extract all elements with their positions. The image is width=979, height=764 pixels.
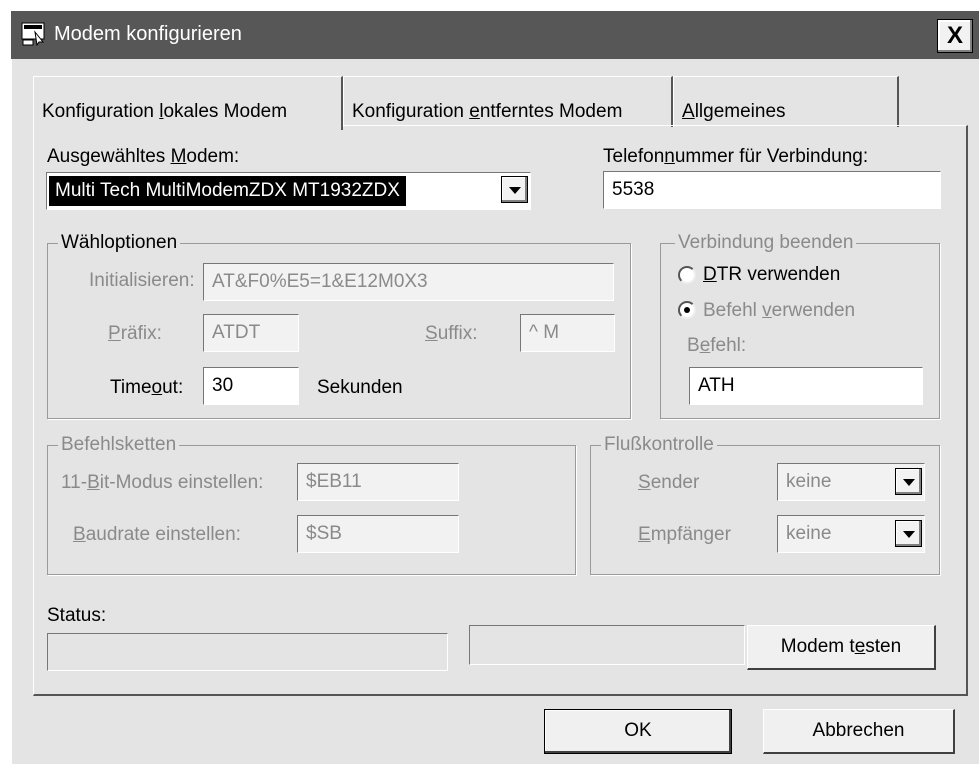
dial-options-title: Wähloptionen (58, 232, 181, 254)
tab-label: Konfiguration lokales Modem (42, 101, 288, 122)
suffix-label: Suffix: (425, 323, 478, 344)
timeout-label: Timeout: (110, 377, 184, 398)
tab-remote-modem[interactable]: Konfiguration entferntes Modem (343, 76, 673, 127)
command-label: Befehl: (687, 335, 747, 356)
tab-general[interactable]: Allgemeines (673, 76, 899, 127)
close-button[interactable]: X (937, 19, 973, 53)
window-title: Modem konfigurieren (54, 23, 242, 45)
chevron-down-icon (509, 187, 521, 194)
tab-label: Konfiguration entferntes Modem (352, 101, 623, 122)
flow-control-title: Flußkontrolle (601, 434, 717, 456)
modem-config-icon (21, 22, 45, 47)
timeout-input[interactable]: 30 (203, 367, 299, 405)
test-modem-button[interactable]: Modem testen (747, 625, 936, 670)
radio-selected-dot (684, 307, 690, 313)
timeout-unit: Sekunden (317, 377, 403, 398)
chevron-down-icon (903, 531, 915, 538)
baudrate-input[interactable]: $SB (297, 515, 459, 553)
modem-config-dialog: Modem konfigurieren X Konfiguration loka… (11, 11, 979, 764)
title-bar[interactable]: Modem konfigurieren X (11, 11, 979, 59)
receiver-dropdown-button[interactable] (895, 520, 922, 547)
status-field (47, 633, 448, 671)
dtr-radio[interactable] (678, 266, 696, 284)
command-input[interactable]: ATH (689, 367, 923, 405)
dtr-label[interactable]: DTR verwenden (703, 264, 840, 286)
prefix-input[interactable]: ATDT (203, 314, 299, 352)
command-radio-label[interactable]: Befehl verwenden (703, 300, 855, 322)
11bit-mode-input[interactable]: $EB11 (297, 463, 459, 501)
sender-select[interactable]: keine (777, 463, 925, 501)
hangup-title: Verbindung beenden (675, 232, 857, 254)
phone-number-input[interactable]: 5538 (603, 171, 941, 209)
cancel-button[interactable]: Abbrechen (763, 709, 955, 754)
suffix-input[interactable]: ^ M (520, 314, 615, 352)
modem-select[interactable]: Multi Tech MultiModemZDX MT1932ZDX (46, 172, 531, 210)
tab-local-modem[interactable]: Konfiguration lokales Modem (33, 76, 343, 130)
status-label: Status: (47, 605, 107, 626)
command-radio[interactable] (678, 301, 696, 319)
sender-dropdown-button[interactable] (895, 468, 922, 495)
init-label: Initialisieren: (89, 270, 195, 291)
baudrate-label: Baudrate einstellen: (73, 524, 241, 545)
prefix-label: Präfix: (108, 323, 162, 344)
init-input[interactable]: AT&F0%E5=1&E12M0X3 (203, 263, 614, 301)
chevron-down-icon (903, 479, 915, 486)
command-strings-title: Befehlsketten (58, 434, 180, 456)
sender-label: Sender (638, 472, 700, 493)
selected-modem-label: Ausgewähltes Modem: (47, 146, 240, 167)
modem-select-value: Multi Tech MultiModemZDX MT1932ZDX (49, 176, 406, 206)
receiver-select-value: keine (786, 523, 832, 544)
phone-number-label: Telefonnummer für Verbindung: (603, 146, 869, 167)
11bit-mode-label: 11-Bit-Modus einstellen: (61, 472, 264, 493)
receiver-select[interactable]: keine (777, 515, 925, 553)
status-progress (469, 625, 745, 665)
sender-select-value: keine (786, 471, 832, 492)
modem-dropdown-button[interactable] (501, 176, 528, 203)
ok-button[interactable]: OK (544, 709, 732, 754)
receiver-label: Empfänger (638, 524, 731, 545)
tab-label: Allgemeines (682, 101, 786, 122)
